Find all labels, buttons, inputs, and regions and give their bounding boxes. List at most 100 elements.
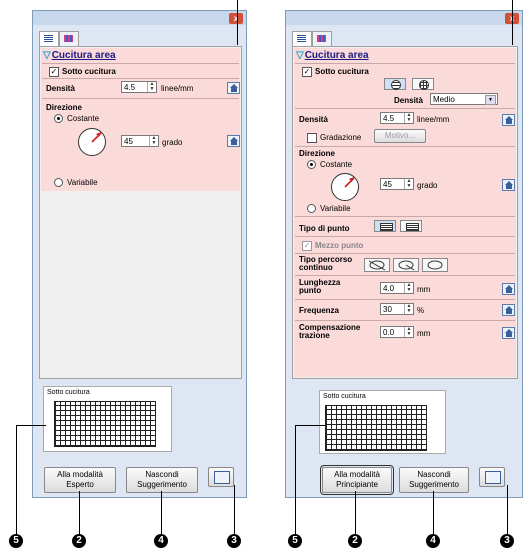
leader-line [512, 0, 513, 45]
stitch-length-spinner[interactable]: 4.0 ▲ ▼ [380, 282, 414, 294]
chevron-down-icon[interactable]: ▼ [485, 95, 496, 105]
variable-radio[interactable] [307, 204, 316, 213]
leader-line [161, 491, 162, 537]
pull-comp-unit: mm [417, 329, 431, 338]
pattern-button[interactable]: Motivo... [374, 129, 426, 143]
underlay-pattern-b[interactable] [412, 78, 434, 90]
leader-line [507, 485, 508, 537]
expert-mode-button[interactable]: Alla modalità Esperto [44, 467, 116, 493]
section-title[interactable]: ▽Cucitura area [43, 50, 116, 61]
divider [42, 63, 239, 64]
hide-hint-button[interactable]: Nascondi Suggerimento [399, 467, 469, 493]
preview-label: Sotto cucitura [47, 389, 90, 396]
variable-radio[interactable] [54, 178, 63, 187]
spin-arrows-icon[interactable]: ▲ ▼ [147, 82, 156, 92]
settings-button[interactable] [479, 467, 505, 487]
constant-radio[interactable] [307, 160, 316, 169]
underlay-density-select[interactable]: Medio ▼ [430, 93, 498, 105]
stitch-lines-icon [380, 223, 393, 231]
density-spinner[interactable]: 4.5 ▲ ▼ [380, 112, 414, 124]
stitch-type-offset[interactable] [400, 220, 422, 232]
color-pattern-icon [317, 35, 326, 42]
underlay-checkbox[interactable]: ✓ [302, 67, 312, 77]
angle-default-button[interactable] [502, 179, 515, 191]
stitch-length-unit: mm [417, 285, 431, 294]
divider [295, 253, 515, 254]
divider [295, 299, 515, 300]
callout-5-right: 5 [288, 534, 302, 548]
underlay-label: Sotto cucitura [315, 67, 369, 76]
angle-dial[interactable] [331, 173, 359, 201]
spin-arrows-icon[interactable]: ▲ ▼ [404, 179, 413, 189]
tab-color[interactable] [312, 31, 332, 47]
frequency-unit: % [417, 306, 425, 315]
half-stitch-label: Mezzo punto [315, 241, 364, 250]
stitch-type-normal[interactable] [374, 220, 396, 232]
density-default-button[interactable] [227, 82, 240, 94]
angle-dial[interactable] [78, 128, 106, 156]
pull-comp-default-button[interactable] [502, 327, 515, 339]
constant-radio[interactable] [54, 114, 63, 123]
left-section: ▽Cucitura area ✓ Sotto cucitura Densità … [41, 48, 240, 191]
spin-arrows-icon[interactable]: ▲ ▼ [404, 304, 413, 314]
tab-sew-attributes[interactable] [39, 31, 59, 47]
divider [295, 216, 515, 217]
frequency-label: Frequenza [299, 306, 340, 315]
close-button[interactable]: x [229, 13, 243, 24]
stitch-preview-image [54, 401, 156, 447]
path-type-2[interactable] [393, 258, 419, 272]
path-type-1[interactable] [364, 258, 390, 272]
density-value: 4.5 [124, 83, 136, 92]
spin-arrows-icon[interactable]: ▲ ▼ [404, 113, 413, 123]
callout-2-right: 2 [348, 534, 362, 548]
loop-path-icon [427, 260, 443, 270]
stitch-preview-image [325, 405, 427, 451]
color-pattern-icon [64, 35, 73, 42]
hide-hint-button[interactable]: Nascondi Suggerimento [126, 467, 198, 493]
leader-line [433, 491, 434, 537]
tab-color[interactable] [59, 31, 79, 47]
angle-value: 45 [124, 137, 133, 146]
section-title[interactable]: ▽Cucitura area [296, 50, 369, 61]
path-type-3[interactable] [422, 258, 448, 272]
angle-spinner[interactable]: 45 ▲ ▼ [121, 135, 159, 147]
leader-line [295, 425, 296, 537]
divider [295, 275, 515, 276]
stitch-length-label: Lunghezza punto [299, 278, 341, 295]
underlay-pattern-a[interactable] [384, 78, 406, 90]
callout-4-right: 4 [426, 534, 440, 548]
density-default-button[interactable] [502, 114, 515, 126]
beginner-mode-button[interactable]: Alla modalità Principiante [320, 465, 394, 495]
left-window: x ▽Cucitura area ✓ Sotto cucitura Densit… [32, 10, 247, 498]
settings-button[interactable] [208, 467, 234, 487]
divider [295, 146, 515, 147]
half-stitch-checkbox[interactable]: ✓ [302, 241, 312, 251]
left-titlebar: x [33, 11, 246, 25]
underlay-density-value: Medio [433, 95, 455, 104]
collapse-triangle-icon: ▽ [296, 50, 304, 61]
spin-arrows-icon[interactable]: ▲ ▼ [404, 327, 413, 337]
leader-line [234, 485, 235, 537]
angle-default-button[interactable] [227, 135, 240, 147]
density-unit: linee/mm [161, 84, 194, 93]
frequency-spinner[interactable]: 30 ▲ ▼ [380, 303, 414, 315]
divider [295, 108, 515, 109]
spin-arrows-icon[interactable]: ▲ ▼ [404, 283, 413, 293]
angle-spinner[interactable]: 45 ▲ ▼ [380, 178, 414, 190]
spin-arrows-icon[interactable]: ▲ ▼ [149, 136, 158, 146]
frequency-default-button[interactable] [502, 304, 515, 316]
constant-label: Costante [67, 114, 100, 123]
pull-comp-spinner[interactable]: 0.0 ▲ ▼ [380, 326, 414, 338]
gradation-checkbox[interactable] [307, 133, 317, 143]
variable-label: Variabile [320, 204, 351, 213]
grid-circle-icon [419, 80, 429, 90]
underlay-checkbox[interactable]: ✓ [49, 67, 59, 77]
angle-unit: grado [162, 138, 183, 147]
pull-comp-label: Compensazione trazione [299, 323, 361, 340]
underlay-preview: Sotto cucitura [319, 390, 446, 454]
density-spinner[interactable]: 4.5 ▲ ▼ [121, 81, 157, 93]
leader-line [355, 491, 356, 537]
stitch-length-default-button[interactable] [502, 283, 515, 295]
leader-line [237, 0, 238, 45]
tab-sew-attributes[interactable] [292, 31, 312, 47]
